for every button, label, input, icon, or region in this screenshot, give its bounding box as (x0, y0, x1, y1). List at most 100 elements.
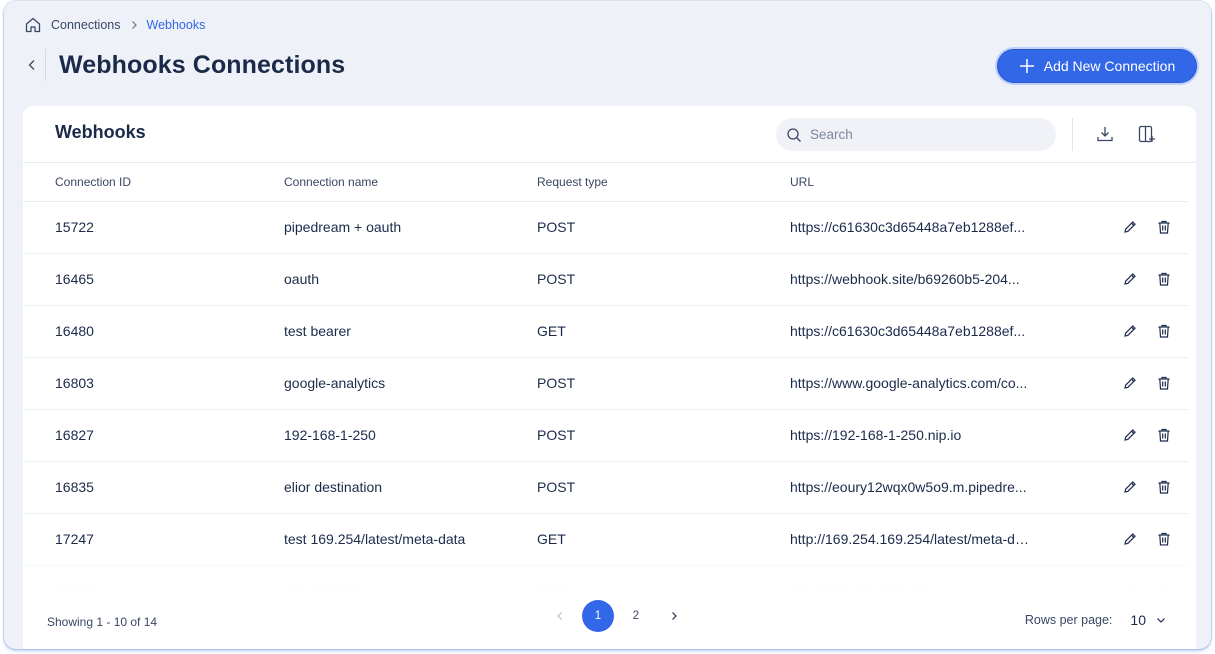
row-actions (1048, 375, 1188, 391)
cell-actions (1048, 461, 1188, 514)
cell-connection-id: 16480 (23, 305, 252, 358)
table-footer: Showing 1 - 10 of 14 1 2 Rows per page: … (23, 597, 1196, 649)
cell-url: https://eoury12wqx0w5o9.m.pipedre... (758, 461, 1048, 514)
add-column-icon (1138, 125, 1155, 143)
showing-count: Showing 1 - 10 of 14 (47, 615, 158, 629)
edit-icon[interactable] (1122, 375, 1138, 391)
cell-connection-id: 16827 (23, 409, 252, 462)
cell-connection-name: test bearer (252, 305, 505, 358)
delete-icon[interactable] (1156, 479, 1172, 495)
cell-url-text: https://webhook.site/b69260b5-204... (790, 271, 1020, 287)
cell-url-text: https://www.google-analytics.com/co... (790, 375, 1028, 391)
plus-icon (1019, 59, 1034, 73)
edit-icon[interactable] (1122, 323, 1138, 339)
download-button[interactable] (1094, 123, 1116, 145)
edit-icon[interactable] (1122, 219, 1138, 235)
column-header-type[interactable]: Request type (505, 163, 758, 202)
cell-actions (1048, 565, 1188, 593)
back-button[interactable] (24, 49, 46, 81)
column-header-id[interactable]: Connection ID (23, 163, 252, 202)
row-actions (1048, 479, 1188, 495)
cell-connection-id: 16803 (23, 357, 252, 410)
cell-request-type: GET (505, 565, 758, 593)
cell-url: https://webhook.site/b69260b5-204... (758, 253, 1048, 306)
column-header-url[interactable]: URL (758, 163, 1048, 202)
edit-icon[interactable] (1122, 479, 1138, 495)
cell-connection-name: elior destination (252, 461, 505, 514)
chevron-left-icon (28, 60, 34, 70)
cell-request-type: POST (505, 461, 758, 514)
rows-per-page: Rows per page: 10 (1025, 612, 1166, 628)
next-page-button[interactable] (658, 600, 690, 632)
page-2-button[interactable]: 2 (620, 600, 652, 632)
cell-actions (1048, 305, 1188, 358)
cell-connection-id: 16835 (23, 461, 252, 514)
chevron-down-icon[interactable] (1156, 616, 1166, 624)
edit-icon[interactable] (1122, 427, 1138, 443)
breadcrumb-connections[interactable]: Connections (51, 18, 121, 32)
cell-request-type: POST (505, 201, 758, 254)
cell-url-text: https://192-168-1-250.nip.io (790, 427, 962, 443)
cell-url: https://192-168-1-250.nip.io (758, 409, 1048, 462)
delete-icon[interactable] (1156, 531, 1172, 547)
cell-actions (1048, 253, 1188, 306)
row-actions (1048, 531, 1188, 547)
delete-icon[interactable] (1156, 375, 1172, 391)
app-frame: Connections Webhooks Webhooks Connection… (4, 1, 1211, 649)
chevron-right-icon (672, 612, 677, 620)
cell-url-text: http://169.254.169.254/latest/meta-da... (790, 531, 1030, 547)
table-row[interactable]: 17247 test 169.254/latest/meta-data GET htt… (23, 513, 1188, 566)
search-icon (787, 127, 801, 142)
row-actions (1048, 323, 1188, 339)
table-row[interactable]: 16827 192-168-1-250 POST https://192-168-1-… (23, 409, 1188, 462)
breadcrumb-webhooks[interactable]: Webhooks (147, 18, 206, 32)
search-input[interactable] (810, 127, 1030, 142)
cell-request-type: GET (505, 513, 758, 566)
row-actions (1048, 427, 1188, 443)
columns-settings-button[interactable] (1136, 123, 1158, 145)
cell-url-text: https://eoury12wqx0w5o9.m.pipedre... (790, 479, 1027, 495)
table-row[interactable]: 17248 test 169.254 GET http://169.254.169.2… (23, 565, 1188, 593)
page-header: Webhooks Connections (24, 49, 345, 81)
rows-per-page-select[interactable]: 10 (1130, 612, 1146, 628)
edit-icon[interactable] (1122, 531, 1138, 547)
delete-icon[interactable] (1156, 323, 1172, 339)
edit-icon[interactable] (1122, 271, 1138, 287)
table-row[interactable]: 16480 test bearer GET https://c61630c3d6544… (23, 305, 1188, 358)
cell-url: https://c61630c3d65448a7eb1288ef... (758, 305, 1048, 358)
cell-connection-id: 17247 (23, 513, 252, 566)
cell-url: http://169.254.169.254/latest/meta-da... (758, 513, 1048, 566)
table-row[interactable]: 16835 elior destination POST https://eoury1… (23, 461, 1188, 514)
breadcrumb: Connections Webhooks (24, 16, 205, 34)
delete-icon[interactable] (1156, 219, 1172, 235)
edit-icon[interactable] (1122, 583, 1138, 593)
cell-actions (1048, 357, 1188, 410)
table-row[interactable]: 15722 pipedream + oauth POST https://c61630… (23, 201, 1188, 254)
prev-page-button[interactable] (544, 600, 576, 632)
delete-icon[interactable] (1156, 271, 1172, 287)
cell-request-type: POST (505, 409, 758, 462)
cell-url: http://169.254.169.254 (758, 565, 1048, 593)
page-1-button[interactable]: 1 (582, 600, 614, 632)
add-new-connection-label: Add New Connection (1043, 58, 1176, 74)
download-icon (1097, 127, 1113, 142)
webhooks-table: Connection ID Connection name Request ty… (23, 163, 1188, 593)
card-header: Webhooks (23, 106, 1196, 163)
delete-icon[interactable] (1156, 583, 1172, 593)
table-row[interactable]: 16803 google-analytics POST https://www.goo… (23, 357, 1188, 410)
cell-actions (1048, 201, 1188, 254)
cell-url-text: http://169.254.169.254 (790, 583, 931, 593)
home-icon[interactable] (24, 16, 42, 34)
chevron-left-icon (557, 612, 562, 620)
add-new-connection-button[interactable]: Add New Connection (997, 49, 1197, 83)
cell-url: https://www.google-analytics.com/co... (758, 357, 1048, 410)
table-row[interactable]: 16465 oauth POST https://webhook.site/b6926… (23, 253, 1188, 306)
table-container: Connection ID Connection name Request ty… (23, 163, 1196, 593)
cell-connection-name: pipedream + oauth (252, 201, 505, 254)
cell-actions (1048, 409, 1188, 462)
cell-connection-name: google-analytics (252, 357, 505, 410)
column-header-name[interactable]: Connection name (252, 163, 505, 202)
delete-icon[interactable] (1156, 427, 1172, 443)
row-actions (1048, 271, 1188, 287)
chevron-right-icon (131, 21, 137, 29)
